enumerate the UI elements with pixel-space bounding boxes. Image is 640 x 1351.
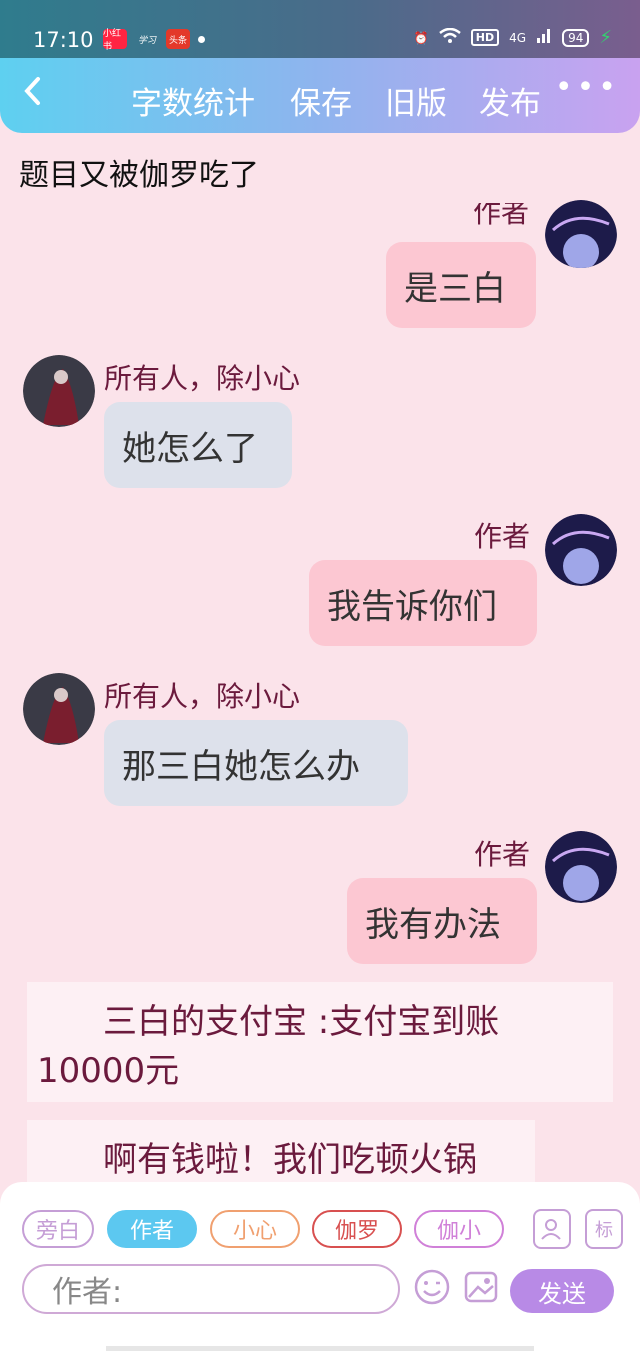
network-label: 4G xyxy=(509,30,527,45)
message-bubble: 我有办法 xyxy=(347,878,537,964)
sender-name: 作者 xyxy=(473,203,530,225)
narration-block: 啊有钱啦！我们吃顿火锅 xyxy=(27,1120,535,1182)
message-bubble: 那三白她怎么办 xyxy=(104,720,408,806)
sender-name: 所有人，除小心 xyxy=(104,362,301,395)
send-button[interactable]: 发送 xyxy=(510,1269,614,1313)
save-button[interactable]: 保存 xyxy=(290,78,352,123)
chevron-left-icon[interactable] xyxy=(22,76,42,112)
role-chip-pangbai[interactable]: 旁白 xyxy=(22,1210,94,1248)
narration-block: 三白的支付宝 :支付宝到账 10000元 xyxy=(27,982,613,1102)
message-input[interactable]: 作者: xyxy=(22,1264,400,1314)
author-avatar[interactable] xyxy=(545,200,617,268)
role-chip-jialuo[interactable]: 伽罗 xyxy=(312,1210,402,1248)
battery-icon: 94 xyxy=(562,28,590,47)
notification-dot xyxy=(198,36,205,43)
home-indicator xyxy=(106,1346,534,1351)
signal-icon xyxy=(536,28,552,47)
emoji-icon[interactable] xyxy=(413,1268,451,1306)
alarm-icon: ⏰ xyxy=(413,30,429,45)
old-version-button[interactable]: 旧版 xyxy=(385,78,447,123)
status-time: 17:10 xyxy=(33,28,94,52)
message-bubble: 我告诉你们 xyxy=(309,560,537,646)
xuexi-app-icon: 学习 xyxy=(137,35,156,46)
sender-name: 作者 xyxy=(474,520,531,553)
publish-button[interactable]: 发布 xyxy=(479,78,541,123)
role-chip-author[interactable]: 作者 xyxy=(107,1210,197,1248)
more-dots-icon[interactable]: ••• xyxy=(555,70,620,105)
story-title: 题目又被伽罗吃了 xyxy=(19,158,259,193)
contact-card-icon[interactable] xyxy=(533,1209,571,1249)
toutiao-app-icon: 头条 xyxy=(166,29,190,49)
xiaohongshu-app-icon: 小红书 xyxy=(103,29,127,52)
word-count-button[interactable]: 字数统计 xyxy=(131,78,255,123)
sender-name: 作者 xyxy=(474,838,531,871)
message-bubble: 是三白 xyxy=(386,242,536,328)
author-avatar[interactable] xyxy=(545,514,617,586)
narration-line: 10000元 xyxy=(37,1051,180,1091)
tag-button[interactable]: 标 xyxy=(585,1209,623,1249)
author-avatar[interactable] xyxy=(545,831,617,903)
header: 字数统计 保存 旧版 发布 ••• xyxy=(0,58,640,133)
message-bubble: 她怎么了 xyxy=(104,402,292,488)
narration-line: 啊有钱啦！我们吃顿火锅 xyxy=(103,1140,477,1180)
sender-name: 所有人，除小心 xyxy=(104,680,301,713)
status-bar: 17:10 小红书 学习 头条 ⏰ HD 4G 94 ⚡ xyxy=(0,0,640,58)
charging-icon: ⚡ xyxy=(599,27,612,48)
image-icon[interactable] xyxy=(462,1268,500,1306)
composer-panel: 旁白 作者 小心 伽罗 伽小 标 作者: 发送 xyxy=(0,1182,640,1351)
narration-line: 三白的支付宝 :支付宝到账 xyxy=(103,1002,500,1042)
hd-icon: HD xyxy=(470,29,500,46)
role-chip-xiaoxin[interactable]: 小心 xyxy=(210,1210,300,1248)
group-avatar[interactable] xyxy=(23,355,95,427)
group-avatar[interactable] xyxy=(23,673,95,745)
status-right: ⏰ HD 4G 94 ⚡ xyxy=(414,27,612,48)
wifi-icon xyxy=(439,27,461,47)
role-chip-jiaxiao[interactable]: 伽小 xyxy=(414,1210,504,1248)
